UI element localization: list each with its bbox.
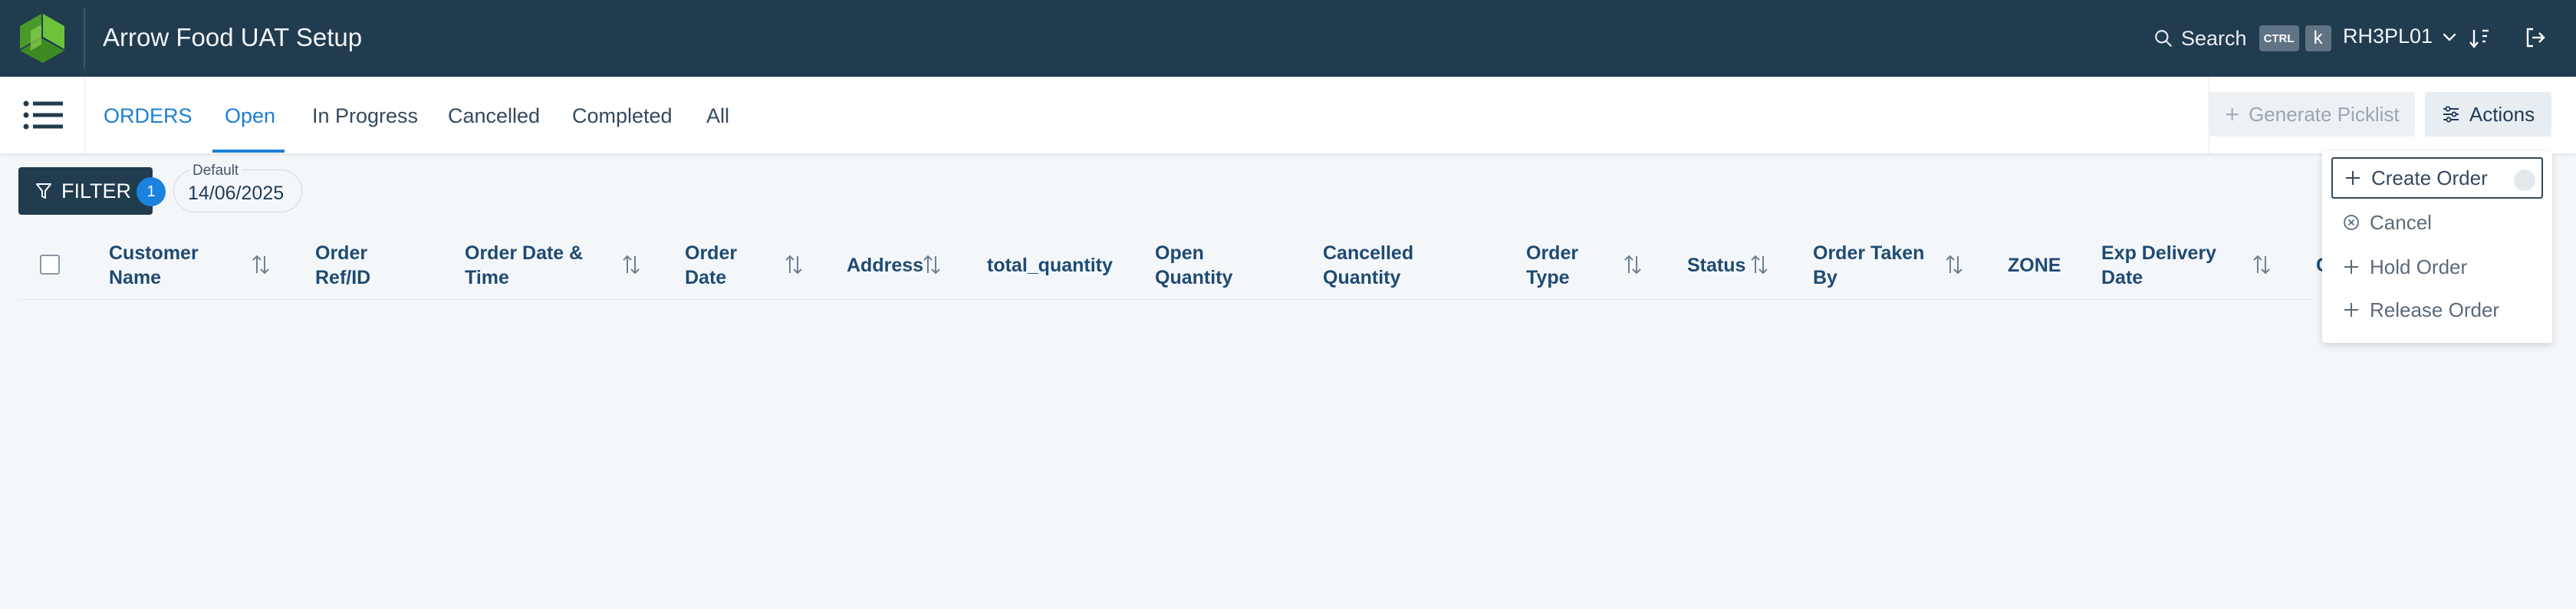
orders-table-header: Customer Name Order Ref/ID Order Date & …	[18, 232, 2330, 300]
actions-button[interactable]: Actions	[2425, 92, 2551, 137]
actions-label: Actions	[2469, 102, 2535, 126]
generate-picklist-button[interactable]: + Generate Picklist	[2209, 92, 2415, 137]
column-header-address[interactable]: Address	[847, 232, 931, 299]
filter-button[interactable]: FILTER	[18, 167, 153, 215]
menu-item-create-order[interactable]: Create Order	[2331, 157, 2543, 199]
logo-divider	[84, 8, 85, 69]
search-label: Search	[2181, 26, 2247, 50]
logout-icon[interactable]	[2523, 25, 2548, 50]
column-header-status[interactable]: Status	[1687, 232, 1756, 299]
column-header-order-taken-by[interactable]: Order Taken By	[1813, 232, 1936, 299]
search-icon	[2153, 28, 2173, 48]
brand-logo-icon[interactable]	[15, 11, 69, 66]
date-chip-value: 14/06/2025	[188, 183, 285, 204]
menu-item-hold-order[interactable]: Hold Order	[2331, 246, 2543, 288]
sort-icon[interactable]	[2252, 253, 2272, 276]
column-header-order-type[interactable]: Order Type	[1526, 232, 1618, 299]
sort-order-icon[interactable]	[2467, 26, 2492, 51]
circle-x-icon	[2341, 214, 2362, 231]
column-header-zone[interactable]: ZONE	[2008, 232, 2077, 299]
column-header-order-date-time[interactable]: Order Date & Time	[465, 232, 610, 299]
user-code: RH3PL01	[2343, 25, 2433, 48]
global-search[interactable]: Search CTRL k	[2153, 25, 2331, 52]
sliders-icon	[2443, 106, 2459, 123]
active-tab-indicator	[212, 150, 285, 153]
column-header-customer-name[interactable]: Customer Name	[109, 232, 255, 299]
menu-item-indicator	[2514, 170, 2535, 191]
sort-icon[interactable]	[1749, 253, 1769, 276]
plus-icon	[2342, 170, 2364, 186]
generate-picklist-label: Generate Picklist	[2249, 102, 2400, 126]
sort-icon[interactable]	[1623, 253, 1643, 276]
filter-funnel-icon	[36, 183, 51, 199]
tab-open[interactable]: Open	[225, 104, 275, 128]
sort-icon[interactable]	[784, 253, 804, 276]
select-all-checkbox[interactable]	[40, 255, 60, 275]
app-title: Arrow Food UAT Setup	[103, 23, 363, 51]
column-header-cancelled-quantity[interactable]: Cancelled Quantity	[1323, 232, 1469, 299]
plus-icon	[2341, 258, 2362, 275]
filter-count-badge: 1	[137, 177, 166, 206]
tab-completed[interactable]: Completed	[572, 104, 673, 128]
column-header-exp-delivery-date[interactable]: Exp Delivery Date	[2101, 232, 2255, 299]
filter-label: FILTER	[61, 179, 132, 202]
menu-item-cancel[interactable]: Cancel	[2331, 202, 2543, 243]
menu-divider	[84, 77, 85, 153]
top-bar: Arrow Food UAT Setup Search CTRL k RH3PL…	[0, 0, 2576, 77]
column-header-total-quantity[interactable]: total_quantity	[987, 232, 1133, 299]
tab-cancelled[interactable]: Cancelled	[448, 104, 540, 128]
actions-dropdown-menu: Create Order Cancel Hold Order Release O…	[2322, 151, 2552, 343]
menu-item-release-order[interactable]: Release Order	[2331, 289, 2543, 331]
chevron-down-icon	[2433, 28, 2459, 46]
section-title-orders: ORDERS	[104, 104, 192, 127]
sort-icon[interactable]	[621, 253, 641, 276]
k-key-hint: k	[2305, 25, 2331, 51]
column-header-order-date[interactable]: Order Date	[685, 232, 777, 299]
plus-icon	[2341, 301, 2362, 318]
user-switcher[interactable]: RH3PL01	[2343, 25, 2459, 48]
column-header-open-quantity[interactable]: Open Quantity	[1155, 232, 1278, 299]
hamburger-menu-icon[interactable]	[23, 100, 63, 130]
orders-tab-bar: ORDERS Open In Progress Cancelled Comple…	[0, 77, 2576, 153]
tab-all[interactable]: All	[706, 104, 729, 128]
tab-in-progress[interactable]: In Progress	[312, 104, 418, 128]
ctrl-key-hint: CTRL	[2259, 25, 2299, 51]
sort-icon[interactable]	[922, 253, 942, 276]
column-header-order-ref[interactable]: Order Ref/ID	[315, 232, 430, 299]
sort-icon[interactable]	[251, 253, 271, 276]
default-date-chip[interactable]: Default 14/06/2025	[173, 163, 302, 212]
date-chip-label: Default	[189, 163, 242, 179]
plus-icon: +	[2225, 100, 2240, 128]
sort-icon[interactable]	[1944, 253, 1964, 276]
